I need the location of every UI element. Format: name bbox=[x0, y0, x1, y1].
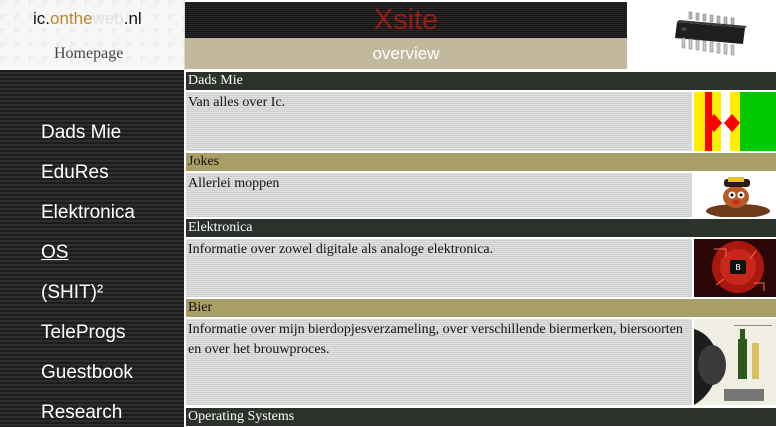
site-logo-text[interactable]: ic.ontheweb.nl bbox=[33, 9, 142, 29]
nav-item-shit[interactable]: (SHIT)² bbox=[41, 282, 103, 304]
sidebar-nav: Dads Mie EduRes Elektronica OS (SHIT)² T… bbox=[0, 70, 184, 427]
section-body-bier: Informatie over mijn bierdopjesverzameli… bbox=[186, 319, 692, 405]
logo-part-1: ic. bbox=[33, 9, 50, 28]
beer-drinker-icon[interactable] bbox=[694, 319, 776, 405]
section-title: Bier bbox=[188, 300, 213, 315]
section-description: Van alles over Ic. bbox=[188, 95, 286, 110]
cartoon-mole-icon[interactable] bbox=[694, 173, 776, 217]
site-brand: ic.ontheweb.nl Homepage bbox=[0, 0, 185, 70]
flag-diamonds-icon[interactable] bbox=[694, 92, 776, 151]
ic-chip-image bbox=[627, 0, 776, 70]
section-body-dads-mie: Van alles over Ic. bbox=[186, 92, 692, 151]
logo-part-3: web bbox=[92, 9, 124, 28]
nav-item-teleprogs[interactable]: TeleProgs bbox=[41, 322, 126, 344]
section-title: Operating Systems bbox=[188, 409, 295, 424]
title-bar: Xsite bbox=[185, 2, 627, 38]
section-description: Informatie over zowel digitale als analo… bbox=[188, 242, 494, 257]
nav-item-edures[interactable]: EduRes bbox=[41, 162, 109, 184]
section-header-jokes[interactable]: Jokes bbox=[186, 153, 776, 171]
homepage-link[interactable]: Homepage bbox=[54, 45, 123, 63]
subtitle-bar: overview bbox=[185, 38, 627, 69]
nav-item-guestbook[interactable]: Guestbook bbox=[41, 362, 133, 384]
section-header-elektronica[interactable]: Elektronica bbox=[186, 219, 776, 237]
circuit-board-icon[interactable]: B bbox=[694, 239, 776, 297]
nav-item-os[interactable]: OS bbox=[41, 242, 68, 264]
section-description: Allerlei moppen bbox=[188, 176, 280, 191]
main-content: Dads Mie Van alles over Ic. Jokes Allerl… bbox=[184, 70, 776, 427]
nav-item-dads-mie[interactable]: Dads Mie bbox=[41, 122, 121, 144]
logo-part-4: .nl bbox=[123, 9, 142, 28]
section-title: Jokes bbox=[188, 154, 220, 169]
section-header-dads-mie[interactable]: Dads Mie bbox=[186, 72, 776, 90]
nav-item-research[interactable]: Research bbox=[41, 402, 122, 424]
section-body-jokes: Allerlei moppen bbox=[186, 173, 692, 217]
section-title: Dads Mie bbox=[188, 73, 243, 88]
section-description: Informatie over mijn bierdopjesverzameli… bbox=[188, 322, 683, 357]
section-body-elektronica: Informatie over zowel digitale als analo… bbox=[186, 239, 692, 297]
svg-text:B: B bbox=[735, 263, 741, 272]
ic-chip-icon bbox=[675, 11, 747, 56]
page-title: Xsite bbox=[373, 4, 439, 36]
nav-item-elektronica[interactable]: Elektronica bbox=[41, 202, 135, 224]
section-header-operating-systems[interactable]: Operating Systems bbox=[186, 408, 776, 426]
logo-part-2: onthe bbox=[50, 9, 93, 28]
section-title: Elektronica bbox=[188, 220, 253, 235]
section-header-bier[interactable]: Bier bbox=[186, 299, 776, 317]
page-subtitle: overview bbox=[372, 44, 440, 63]
